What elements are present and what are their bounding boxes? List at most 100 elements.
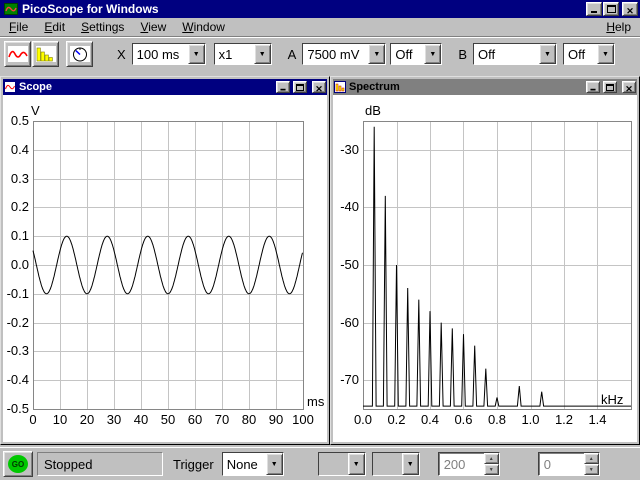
spectrum-x-tick-label: 1.0 <box>521 412 540 427</box>
spectrum-y-tick-label: -40 <box>340 199 359 215</box>
chevron-down-icon[interactable] <box>597 44 615 64</box>
menu-item-window[interactable]: Window <box>174 18 233 36</box>
scope-plot <box>32 121 304 410</box>
spectrum-view-button[interactable] <box>32 41 59 67</box>
menu-item-help[interactable]: Help <box>598 18 639 36</box>
trigger-threshold-spinner: 200 <box>437 452 500 476</box>
spectrum-x-tick-label: 1.4 <box>588 412 607 427</box>
scope-y-tick-label: 0.0 <box>10 257 29 272</box>
scope-icon <box>7 46 28 62</box>
menu-item-edit[interactable]: Edit <box>36 18 73 36</box>
spectrum-plot-area: -30 -40 -50 -60 -70 0.0 0.2 0.4 0.6 0.8 1.0 1.2 1.4 d… <box>333 95 637 442</box>
spectrum-x-tick-label: 0.2 <box>387 412 406 427</box>
spectrum-window-icon <box>334 81 346 93</box>
spectrum-minimize-button[interactable] <box>586 81 600 93</box>
scope-y-tick-label: -0.1 <box>6 285 29 301</box>
chevron-down-icon[interactable] <box>424 44 442 64</box>
multiplier-value: x1 <box>214 44 254 64</box>
spin-down-button <box>583 464 599 475</box>
channel-a-coupling-combo[interactable]: Off <box>390 43 443 65</box>
scope-y-tick-label: -0.2 <box>6 314 29 330</box>
scope-minimize-button[interactable] <box>276 81 290 93</box>
scope-view-button[interactable] <box>4 41 31 67</box>
close-icon <box>626 2 634 17</box>
chevron-down-icon[interactable] <box>265 453 283 475</box>
spectrum-y-tick-label: -60 <box>340 314 359 330</box>
channel-b-label: B <box>458 46 468 62</box>
scope-x-tick-label: 90 <box>268 412 284 427</box>
maximize-button[interactable] <box>603 2 619 16</box>
minimize-icon <box>590 5 598 14</box>
menu-item-view[interactable]: View <box>132 18 174 36</box>
scope-x-unit-label: ms <box>307 394 325 409</box>
spectrum-titlebar[interactable]: Spectrum <box>333 79 637 95</box>
spectrum-icon <box>35 46 56 62</box>
spectrum-y-tick-label: -30 <box>340 141 359 157</box>
scope-x-tick-label: 30 <box>106 412 122 427</box>
channel-a-coupling-value: Off <box>391 44 425 64</box>
timebase-value: 100 ms <box>132 44 188 64</box>
minimize-button[interactable] <box>586 2 602 16</box>
channel-a-range-combo[interactable]: 7500 mV <box>302 43 387 65</box>
window-titlebar[interactable]: PicoScope for Windows <box>0 0 640 18</box>
scope-maximize-button[interactable] <box>293 81 307 93</box>
spectrum-close-button[interactable] <box>622 81 636 93</box>
chevron-down-icon[interactable] <box>368 44 386 64</box>
scope-y-tick-label: 0.2 <box>10 199 29 215</box>
scope-y-tick-label: -0.3 <box>6 343 29 359</box>
window-title: PicoScope for Windows <box>22 2 159 16</box>
go-button[interactable]: GO <box>3 451 33 477</box>
trigger-direction-combo <box>371 452 420 476</box>
channel-b-range-value: Off <box>474 44 540 64</box>
minimize-icon <box>590 83 597 91</box>
spectrum-window: Spectrum -30 -40 -50 -60 -70 0.0 0.2 0.4 0.6 0.8 1… <box>330 76 640 445</box>
scope-plot-area: 0.5 0.4 0.3 0.2 0.1 0.0 -0.1 -0.2 -0.3 -0.4 -0.5 0 1… <box>3 95 327 442</box>
trigger-threshold-value: 200 <box>443 456 466 472</box>
spectrum-x-tick-label: 0.4 <box>420 412 440 427</box>
channel-b-coupling-combo[interactable]: Off <box>563 43 616 65</box>
close-button[interactable] <box>622 2 638 16</box>
go-icon: GO <box>8 455 28 473</box>
spectrum-maximize-button[interactable] <box>603 81 617 93</box>
spin-down-button <box>483 464 499 475</box>
meter-icon <box>69 46 90 62</box>
chevron-down-icon[interactable] <box>187 44 205 64</box>
multiplier-combo[interactable]: x1 <box>213 43 272 65</box>
scope-x-tick-label: 100 <box>292 412 314 427</box>
spectrum-x-tick-label: 0.0 <box>353 412 373 427</box>
maximize-icon <box>296 83 304 91</box>
timebase-combo[interactable]: 100 ms <box>131 43 206 65</box>
scope-title: Scope <box>19 81 53 93</box>
spectrum-y-tick-label: -70 <box>340 372 359 388</box>
channel-b-coupling-value: Off <box>564 44 598 64</box>
scope-window-icon <box>4 81 16 93</box>
scope-y-unit-label: V <box>31 103 40 118</box>
scope-x-tick-label: 10 <box>52 412 68 427</box>
scope-titlebar[interactable]: Scope <box>3 79 327 95</box>
channel-a-label: A <box>287 46 297 62</box>
chevron-down-icon[interactable] <box>253 44 271 64</box>
scope-x-tick-label: 80 <box>241 412 257 427</box>
scope-x-tick-label: 20 <box>79 412 95 427</box>
spectrum-plot <box>363 121 632 410</box>
status-text: Stopped <box>44 456 93 472</box>
scope-x-tick-label: 50 <box>160 412 176 427</box>
maximize-icon <box>606 83 614 91</box>
scope-y-tick-label: 0.1 <box>10 228 29 244</box>
menu-item-file[interactable]: File <box>1 18 36 36</box>
spectrum-x-tick-label: 0.8 <box>487 412 507 427</box>
menu-item-settings[interactable]: Settings <box>73 18 132 36</box>
chevron-down-icon[interactable] <box>539 44 557 64</box>
minimize-icon <box>280 83 287 91</box>
scope-close-button[interactable] <box>312 81 326 93</box>
trigger-mode-combo[interactable]: None <box>221 452 284 476</box>
scope-window: Scope 0.5 0.4 0.3 0.2 0.1 0.0 -0.1 -0.2 -0.3 -0.4… <box>0 76 330 445</box>
meter-view-button[interactable] <box>66 41 93 67</box>
maximize-icon <box>606 5 616 13</box>
trigger-channel-combo <box>317 452 366 476</box>
channel-b-range-combo[interactable]: Off <box>473 43 558 65</box>
channel-a-range-value: 7500 mV <box>303 44 369 64</box>
toolbar: X 100 ms x1 A 7500 mV Off B Off Off <box>0 38 640 70</box>
scope-x-tick-label: 70 <box>214 412 230 427</box>
scope-y-tick-label: 0.4 <box>10 141 29 157</box>
